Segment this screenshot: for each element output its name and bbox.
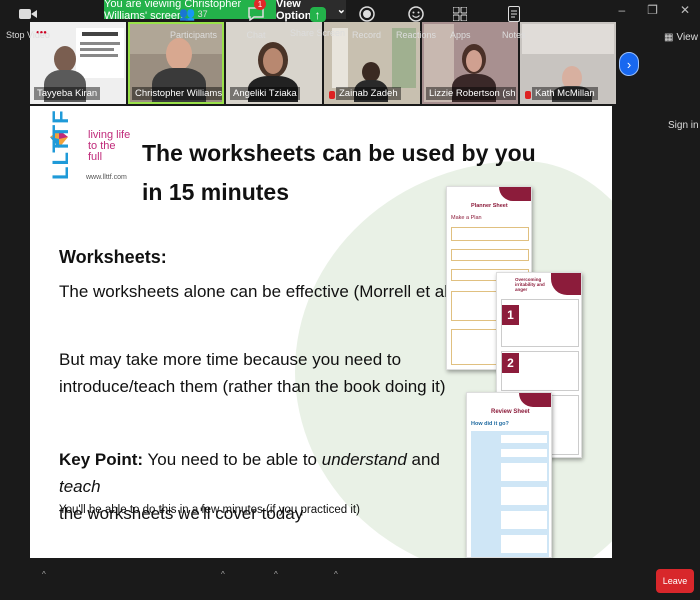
record-icon <box>357 4 377 24</box>
step-2-number: 2 <box>502 353 519 373</box>
key-point-label: Key Point: <box>59 450 144 469</box>
sign-in-button[interactable]: Sign in <box>668 120 699 131</box>
participant-name: Lizzie Robertson (she/... <box>426 87 516 100</box>
share-options-caret[interactable]: ^ <box>334 570 338 579</box>
key-point-text-b: and <box>406 450 440 469</box>
logo-url: www.llttf.com <box>86 174 127 181</box>
grid-icon: ▦ <box>664 32 674 43</box>
share-screen-button[interactable]: ↑ Share Screen <box>290 4 345 38</box>
smiley-icon <box>406 4 426 24</box>
key-point-text-a: You need to be able to <box>143 450 322 469</box>
participant-name: Angeliki Tziaka <box>230 87 300 100</box>
chat-unread-badge: 1 <box>254 0 266 10</box>
participant-video <box>76 28 124 78</box>
worksheets-line-1: The worksheets alone can be effective (M… <box>59 282 454 301</box>
reactions-button[interactable]: Reactions <box>396 4 436 40</box>
muted-mic-icon <box>525 91 531 99</box>
chat-button[interactable]: 1 Chat <box>246 0 266 40</box>
stop-video-button[interactable]: Stop Video <box>6 4 50 40</box>
view-button[interactable]: ▦ View <box>664 32 698 43</box>
planner-sheet-title: Planner Sheet <box>471 203 508 209</box>
review-sheet-thumbnail: Review Sheet How did it go? <box>466 392 552 558</box>
participants-button[interactable]: 👥 37 Participants <box>170 4 217 40</box>
participant-name: Christopher Williams <box>132 87 222 100</box>
share-screen-label: Share Screen <box>290 28 346 38</box>
apps-grid-icon <box>450 4 470 24</box>
logo-tagline: living life to the full <box>88 129 131 163</box>
apps-label: Apps <box>450 30 471 40</box>
worksheets-line-2: But may take more time because you need … <box>59 346 446 400</box>
participants-options-caret[interactable]: ^ <box>221 570 225 579</box>
participants-label: Participants <box>170 30 218 40</box>
participant-tile[interactable]: Kath McMillan <box>520 22 616 104</box>
chevron-right-icon: › <box>626 56 632 72</box>
review-sheet-subtitle: How did it go? <box>471 421 509 427</box>
record-label: Record <box>352 30 382 40</box>
apps-button[interactable]: Apps <box>450 4 471 40</box>
restore-button[interactable]: ❐ <box>647 3 658 17</box>
review-sheet-title: Review Sheet <box>491 409 530 415</box>
overcoming-sheet-title: Overcoming irritability and anger <box>515 277 545 292</box>
chat-label: Chat <box>246 30 266 40</box>
chat-options-caret[interactable]: ^ <box>274 570 278 579</box>
worksheets-heading: Worksheets: <box>59 247 167 267</box>
window-controls: – ❐ ✕ <box>618 3 690 17</box>
shared-screen-slide: LLTTF living life to the full www.llttf.… <box>30 106 612 558</box>
slide-title-line-1: The worksheets can be used by you <box>142 140 536 166</box>
participants-icon: 👥 <box>179 6 196 21</box>
participant-name: Kath McMillan <box>532 87 598 100</box>
muted-mic-icon <box>329 91 335 99</box>
video-options-caret[interactable]: ^ <box>42 570 46 579</box>
worksheets-line-2a: But may take more time because you need … <box>59 350 402 369</box>
lttf-logo: LLTTF living life to the full www.llttf.… <box>40 109 131 188</box>
share-arrow-icon: ↑ <box>309 7 326 22</box>
notes-icon <box>504 4 524 24</box>
step-1-number: 1 <box>502 305 519 325</box>
minimize-button[interactable]: – <box>618 3 625 17</box>
close-button[interactable]: ✕ <box>680 3 690 17</box>
key-point-teach: teach <box>59 477 101 496</box>
chat-bubble-icon: 1 <box>246 0 266 24</box>
video-camera-icon <box>18 4 38 24</box>
key-point-understand: understand <box>321 450 407 469</box>
view-label: View <box>676 32 698 43</box>
reactions-label: Reactions <box>396 30 437 40</box>
participant-name: Tayyeba Kiran <box>34 87 101 100</box>
worksheets-line-2b: introduce/teach them (rather than the bo… <box>59 377 446 396</box>
planner-sheet-subtitle: Make a Plan <box>451 215 482 221</box>
participant-name: Zainab Zadeh <box>336 87 401 100</box>
next-page-button[interactable]: › <box>619 52 639 76</box>
meeting-toolbar <box>0 558 700 600</box>
key-point-note: You'll be able to do this in a few minut… <box>59 504 360 516</box>
notes-button[interactable]: Notes <box>502 4 526 40</box>
record-button[interactable]: Record <box>352 4 381 40</box>
logo-lettering: LLTTF <box>48 109 73 180</box>
leave-button[interactable]: Leave <box>656 569 694 593</box>
zoom-window: You are viewing Christopher Williams' sc… <box>0 0 700 600</box>
stop-video-label: Stop Video <box>6 30 50 40</box>
notes-label: Notes <box>502 30 526 40</box>
participants-count: 37 <box>197 9 208 19</box>
